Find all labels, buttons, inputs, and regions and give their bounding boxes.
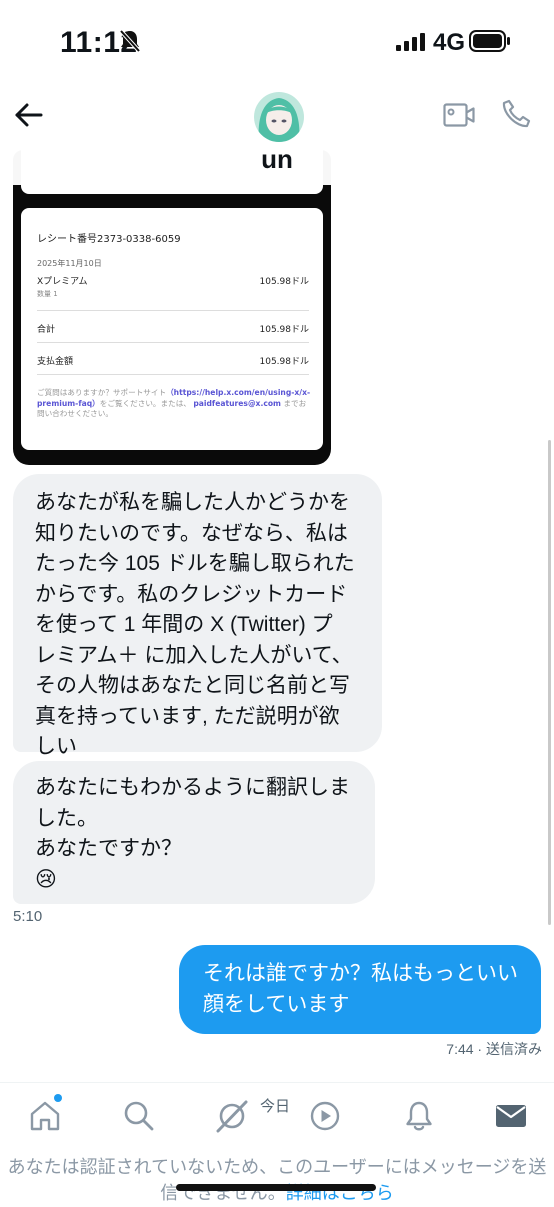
- message-bubble-incoming[interactable]: あなたが私を騙した人かどうかを 知りたいのです。なぜなら、私は たった今 105…: [13, 474, 382, 758]
- message-timestamp: 5:10: [13, 908, 43, 925]
- receipt-total-label: 合計: [37, 325, 56, 335]
- receipt-number: レシート番号2373-0338-6059: [37, 234, 181, 245]
- receipt-card: レシート番号2373-0338-6059 2025年11月10日 Xプレミアム …: [21, 208, 323, 450]
- receipt-paid-label: 支払金額: [37, 357, 74, 367]
- message-text-line: たった今 105 ドルを騙し取られた: [35, 552, 355, 575]
- bell-muted-icon: [118, 28, 142, 58]
- messages-icon[interactable]: [494, 1099, 528, 1137]
- video-icon[interactable]: [308, 1099, 342, 1137]
- today-label: 今日: [260, 1097, 291, 1115]
- message-text-line: レミアム＋ に加入した人がいて、: [35, 643, 353, 667]
- back-arrow-icon[interactable]: [12, 98, 46, 136]
- network-type: 4G: [433, 29, 466, 56]
- home-notification-dot: [54, 1094, 62, 1102]
- message-text-line: あなたにもわかるように翻訳しま: [35, 776, 350, 799]
- messaging-restriction-notice: あなたは認証されていないため、このユーザーにはメッセージを送信できません。詳細は…: [0, 1155, 554, 1207]
- notifications-icon[interactable]: [402, 1099, 436, 1137]
- receipt-paid-price: 105.98ドル: [259, 357, 310, 367]
- restriction-text: あなたは認証されていないため、このユーザーにはメッセージを送信できません。: [7, 1157, 547, 1204]
- receipt-help-email: paidfeatures@x.com: [193, 398, 281, 408]
- scrollbar[interactable]: [548, 440, 551, 925]
- status-bar: 11:12 4G: [0, 0, 554, 90]
- message-text-line: 真を持っています, ただ説明が欲: [35, 704, 340, 728]
- receipt-total-price: 105.98ドル: [259, 325, 310, 335]
- grok-icon[interactable]: [214, 1099, 250, 1137]
- receipt-date: 2025年11月10日: [37, 259, 102, 268]
- message-text-line: からです。私のクレジットカード: [35, 582, 348, 606]
- cellular-signal-icon: [396, 33, 426, 55]
- message-text-line: あなたが私を騙した人かどうかを: [35, 491, 350, 514]
- message-text-line: しい: [35, 735, 77, 758]
- message-timestamp-sent: 7:44 · 送信済み: [446, 1041, 542, 1057]
- crying-emoji: 😢: [35, 867, 57, 891]
- message-bubble-incoming[interactable]: あなたにもわかるように翻訳しま した。 あなたですか？ 😢: [13, 761, 375, 904]
- search-icon[interactable]: [122, 1099, 156, 1137]
- message-text-line: した。: [35, 806, 98, 830]
- receipt-help-text: ご質問はありますか？サポートサイト（https://help.x.com/en/…: [37, 388, 312, 420]
- phone-icon[interactable]: [500, 98, 532, 134]
- receipt-item-price: 105.98ドル: [259, 277, 310, 287]
- message-text-line: 顔をしています: [203, 992, 350, 1016]
- receipt-help-text-1: ご質問はありますか？サポートサイト: [37, 388, 167, 397]
- receipt-image[interactable]: レシート番号2373-0338-6059 2025年11月10日 Xプレミアム …: [13, 150, 331, 465]
- receipt-divider: [37, 342, 309, 343]
- video-call-icon[interactable]: [442, 100, 476, 134]
- message-text-line: を使って 1 年間の X (Twitter) プ: [35, 613, 333, 636]
- battery-icon: [469, 30, 511, 56]
- message-text-line: 知りたいのです。なぜなら、私は: [35, 521, 348, 545]
- home-indicator[interactable]: [176, 1184, 376, 1191]
- receipt-quantity: 数量 1: [37, 290, 58, 298]
- message-text-line: その人物はあなたと同じ名前と写: [35, 674, 350, 697]
- avatar[interactable]: [254, 92, 304, 142]
- message-text-line: それは誰ですか？私はもっといい: [203, 962, 518, 985]
- message-text-line: あなたですか？: [35, 837, 182, 860]
- receipt-divider: [37, 374, 309, 375]
- conversation-header: un: [0, 90, 554, 185]
- receipt-item-name: Xプレミアム: [37, 277, 88, 287]
- message-bubble-outgoing[interactable]: それは誰ですか？私はもっといい 顔をしています: [179, 945, 541, 1034]
- home-icon[interactable]: [28, 1099, 62, 1137]
- receipt-help-text-2: をご覧ください。または、: [99, 398, 191, 408]
- receipt-divider: [37, 310, 309, 311]
- contact-name[interactable]: un: [0, 144, 554, 175]
